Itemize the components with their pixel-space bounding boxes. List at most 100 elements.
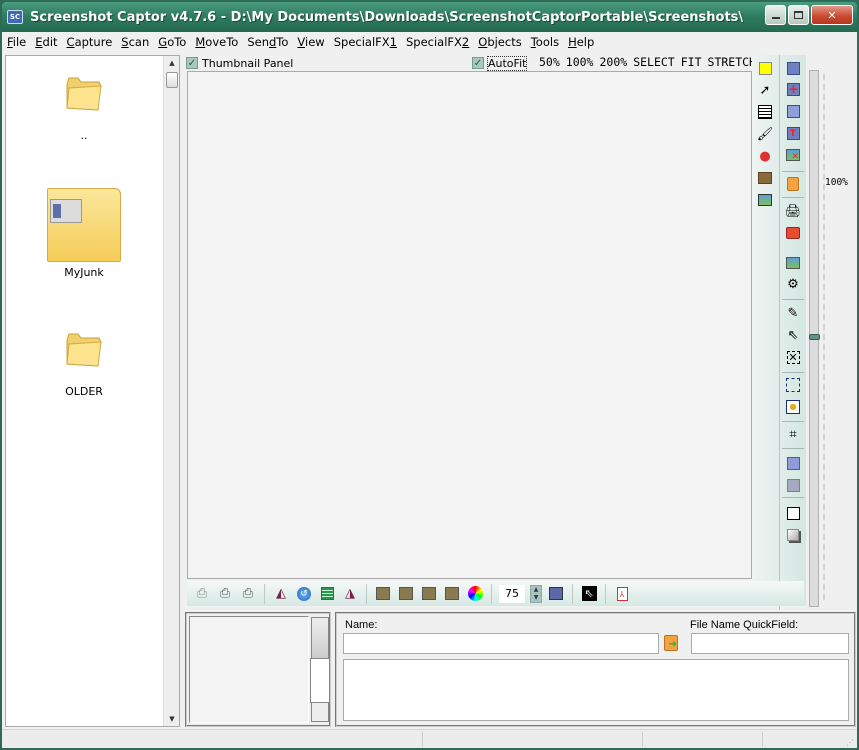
window-icon[interactable] — [784, 454, 802, 472]
menu-specialfx2[interactable]: SpecialFX2 — [406, 35, 469, 49]
save-new-icon[interactable]: + — [784, 80, 802, 98]
thumbnail-scrollbar[interactable] — [310, 617, 330, 722]
menu-help[interactable]: Help — [568, 35, 594, 49]
image-editor-icon[interactable] — [784, 254, 802, 272]
scan-icon[interactable]: ⎙ — [193, 585, 211, 603]
paste-image-2-icon[interactable] — [397, 585, 415, 603]
folder-item-myjunk[interactable]: MyJunk — [34, 188, 134, 279]
quality-icon[interactable] — [547, 585, 565, 603]
clipboard-icon[interactable] — [784, 175, 802, 193]
print-icon[interactable]: 🖨 — [784, 202, 802, 220]
color-wheel-icon[interactable] — [466, 585, 484, 603]
close-icon: ✕ — [827, 8, 837, 22]
menu-objects[interactable]: Objects — [478, 35, 521, 49]
flip-right-icon[interactable]: ◮ — [341, 585, 359, 603]
scroll-thumb[interactable] — [166, 72, 178, 88]
menu-capture[interactable]: Capture — [67, 35, 113, 49]
folder-item-parent[interactable]: .. — [34, 76, 134, 142]
scroll-down-arrow-icon[interactable]: ▼ — [164, 712, 180, 726]
menu-view[interactable]: View — [297, 35, 324, 49]
zoom-50-link[interactable]: 50% — [539, 55, 560, 69]
thumbnail-list[interactable] — [189, 616, 309, 723]
thumbnail-panel — [185, 612, 331, 727]
title-bar[interactable]: SC Screenshot Captor v4.7.6 - D:\My Docu… — [2, 2, 857, 32]
shapes-icon[interactable]: ● — [756, 147, 774, 165]
wand-icon[interactable]: ✎ — [784, 304, 802, 322]
name-input[interactable] — [343, 633, 659, 654]
zoom-slider-ticks — [823, 72, 825, 602]
cursor-icon[interactable]: ⇖ — [580, 585, 598, 603]
brush-icon[interactable]: 🖌 — [756, 125, 774, 143]
thumbnail-panel-checkbox[interactable]: ✓ — [186, 57, 198, 69]
delete-image-icon[interactable]: ✕ — [784, 146, 802, 164]
quality-spin-field[interactable]: 75 — [499, 584, 525, 603]
scan-ocr-icon[interactable]: ⎙ — [239, 585, 257, 603]
menu-file[interactable]: File — [7, 35, 26, 49]
gears-icon[interactable]: ⚙ — [784, 275, 802, 293]
paste-image-1-icon[interactable] — [374, 585, 392, 603]
autofit-checkbox[interactable]: ✓ — [472, 57, 484, 69]
color-swatch-icon[interactable] — [756, 59, 774, 77]
menu-specialfx1[interactable]: SpecialFX1 — [334, 35, 397, 49]
menu-scan[interactable]: Scan — [121, 35, 149, 49]
zoom-100-link[interactable]: 100% — [566, 55, 594, 69]
select-region-icon[interactable] — [784, 376, 802, 394]
shadow-icon[interactable] — [784, 526, 802, 544]
zoom-readout: 100% — [825, 177, 848, 188]
spin-up-icon[interactable]: ▲ — [534, 586, 539, 593]
paste-image-4-icon[interactable] — [443, 585, 461, 603]
spin-down-icon[interactable]: ▼ — [534, 594, 539, 601]
multi-image-icon[interactable] — [756, 169, 774, 187]
right-toolbar: ➚ 🖌 ● + T ✕ 🖨 ⚙ ✎ ⇖ ✕ ⌗ — [752, 55, 806, 610]
menu-bar: File Edit Capture Scan GoTo MoveTo SendTo View S… — [2, 32, 857, 52]
pdf-icon[interactable]: ⅄ — [613, 585, 631, 603]
flip-left-icon[interactable]: ◭ — [272, 585, 290, 603]
toolbox-icon[interactable] — [784, 224, 802, 242]
close-button[interactable]: ✕ — [811, 5, 853, 25]
edit-save-icon[interactable] — [784, 102, 802, 120]
deselect-icon[interactable]: ✕ — [784, 348, 802, 366]
zoom-select-link[interactable]: SELECT — [633, 55, 675, 69]
folder-icon — [66, 77, 102, 111]
pointer-icon[interactable]: ⇖ — [784, 326, 802, 344]
zoom-slider-thumb[interactable] — [809, 334, 820, 340]
zoom-presets: 50% 100% 200% SELECT FIT STRETCH — [539, 55, 756, 69]
quickfield-input[interactable] — [691, 633, 849, 654]
image-canvas[interactable] — [187, 71, 752, 579]
menu-sendto[interactable]: SendTo — [247, 35, 288, 49]
folder-item-older[interactable]: OLDER — [34, 332, 134, 398]
save-icon[interactable] — [784, 59, 802, 77]
window-title: Screenshot Captor v4.7.6 - D:\My Documen… — [30, 9, 744, 25]
folder-label: MyJunk — [64, 266, 104, 279]
zoom-200-link[interactable]: 200% — [599, 55, 627, 69]
crop-icon[interactable]: ⌗ — [784, 425, 802, 443]
paste-image-3-icon[interactable] — [420, 585, 438, 603]
folder-label: .. — [80, 129, 88, 142]
scan-text-icon[interactable]: ⎙ — [216, 585, 234, 603]
zoom-stretch-link[interactable]: STRETCH — [708, 55, 756, 69]
zoom-slider[interactable] — [809, 70, 820, 607]
quality-spinner[interactable]: ▲ ▼ — [530, 584, 542, 603]
window-alt-icon[interactable] — [784, 476, 802, 494]
rename-icon[interactable]: T — [784, 124, 802, 142]
arrow-icon[interactable]: ➚ — [756, 81, 774, 99]
list-icon[interactable] — [318, 585, 336, 603]
rotate-icon[interactable]: ↺ — [295, 585, 313, 603]
text-box-icon[interactable] — [756, 103, 774, 121]
resize-grip-icon[interactable]: ⋰ — [846, 738, 854, 747]
image-ruler-icon[interactable] — [756, 191, 774, 209]
comment-textarea[interactable] — [343, 659, 849, 721]
menu-moveto[interactable]: MoveTo — [195, 35, 238, 49]
minimize-button[interactable] — [765, 5, 786, 25]
scroll-up-arrow-icon[interactable]: ▲ — [164, 56, 180, 70]
menu-goto[interactable]: GoTo — [158, 35, 186, 49]
menu-tools[interactable]: Tools — [531, 35, 559, 49]
zoom-fit-link[interactable]: FIT — [681, 55, 702, 69]
file-browser-scrollbar[interactable]: ▲ ▼ — [163, 56, 179, 726]
grid-icon[interactable] — [784, 504, 802, 522]
select-object-icon[interactable] — [784, 398, 802, 416]
info-panel: Name: ➔ File Name QuickField: — [335, 612, 856, 727]
paste-name-icon[interactable]: ➔ — [664, 635, 678, 651]
maximize-button[interactable] — [788, 5, 809, 25]
menu-edit[interactable]: Edit — [35, 35, 57, 49]
